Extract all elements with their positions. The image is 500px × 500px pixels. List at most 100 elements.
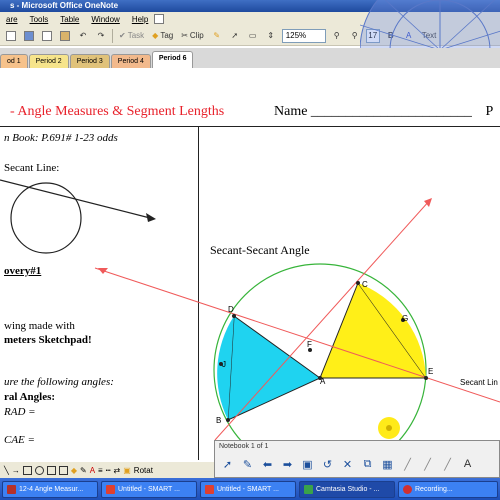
tab-period-2[interactable]: Period 2	[28, 54, 69, 68]
rectangle-icon[interactable]	[22, 465, 32, 475]
taskbar-item-smart-2[interactable]: Untitled - SMART ...	[200, 480, 296, 498]
tab-period-6[interactable]: Period 6	[151, 51, 194, 68]
select-button[interactable]: ➚	[228, 28, 242, 43]
arrow-style-icon[interactable]: ⇄	[114, 466, 121, 475]
label-point-g: G	[402, 314, 409, 323]
label-point-f: F	[307, 340, 312, 349]
text-label: Text	[421, 31, 437, 40]
eraser-icon[interactable]: ╱	[439, 456, 456, 473]
label-point-e: E	[428, 367, 434, 376]
pen-icon: ✎	[213, 31, 221, 40]
table-icon[interactable]: ▦	[379, 456, 396, 473]
wordart-icon[interactable]	[58, 465, 68, 475]
period-label: P	[485, 104, 494, 119]
new-page-button[interactable]	[4, 28, 18, 43]
paste-button[interactable]	[58, 28, 72, 43]
font-color-icon[interactable]: A	[90, 466, 95, 475]
notebook-toolbar: Notebook 1 of 1 ➚ ✎ ⬅ ➡ ▣ ↺ ✕ ⧉ ▦ ╱ ╱ ╱ …	[214, 440, 500, 478]
text-button[interactable]: Text	[420, 28, 439, 43]
taskbar-item-onenote[interactable]: 12-4 Angle Measur...	[2, 480, 98, 498]
scissors-icon: ✂	[181, 31, 188, 40]
book-assignment: n Book: P.691# 1-23 odds	[4, 132, 118, 144]
task-icon: ✔	[119, 31, 126, 40]
page-title: - Angle Measures & Segment Lengths	[10, 104, 225, 119]
dash-style-icon[interactable]: ┅	[106, 466, 111, 475]
tab-period-1[interactable]: od 1	[0, 54, 28, 68]
zoom-in-button[interactable]: ⚲	[348, 28, 362, 43]
menu-bar: are Tools Table Window Help	[0, 12, 500, 26]
onenote-icon	[7, 484, 16, 494]
taskbar-item-smart-1[interactable]: Untitled - SMART ...	[101, 480, 197, 498]
label-point-c: C	[362, 280, 368, 289]
fill-color-icon[interactable]: ◆	[71, 466, 77, 475]
undo-icon: ↶	[79, 31, 87, 40]
save-button[interactable]	[22, 28, 36, 43]
shadow-icon[interactable]: ▣	[123, 466, 131, 475]
page-icon[interactable]: ▣	[299, 456, 316, 473]
taskbar-item-label: Camtasia Studio - ...	[316, 485, 380, 493]
task-label: Task	[127, 31, 145, 40]
tab-period-4[interactable]: Period 4	[110, 54, 151, 68]
label-point-a: A	[320, 377, 326, 386]
pen-icon[interactable]: ✎	[239, 456, 256, 473]
discovery-heading: overy#1	[4, 265, 42, 277]
oval-icon[interactable]	[34, 465, 44, 475]
toolbar-separator	[112, 28, 113, 43]
print-button[interactable]	[40, 28, 54, 43]
screen-icon[interactable]: ⧉	[359, 456, 376, 473]
pen-button[interactable]: ✎	[210, 28, 224, 43]
tab-period-3[interactable]: Period 3	[69, 54, 110, 68]
name-field-label: Name _______________________ P	[274, 104, 493, 120]
window-title: s - Microsoft Office OneNote	[0, 0, 500, 12]
highlighter-icon[interactable]: ╱	[399, 456, 416, 473]
zoom-out-button[interactable]: ⚲	[330, 28, 344, 43]
bold-button[interactable]: B	[384, 28, 398, 43]
font-color-button[interactable]: A	[402, 28, 416, 43]
marker-icon[interactable]: ╱	[419, 456, 436, 473]
clip-button[interactable]: ✂ Clip	[179, 28, 205, 43]
page-icon	[6, 30, 16, 41]
undo-button[interactable]: ↶	[76, 28, 90, 43]
menu-item-share[interactable]: are	[0, 15, 24, 24]
central-angles-label: ral Angles:	[4, 391, 56, 403]
menu-item-help[interactable]: Help	[126, 15, 154, 24]
redo-button[interactable]: ↷	[94, 28, 108, 43]
taskbar-item-recording[interactable]: Recording...	[398, 480, 498, 498]
rotate-button[interactable]: Rotat	[134, 466, 153, 475]
pointer-icon[interactable]: ➚	[219, 456, 236, 473]
line-style-icon[interactable]: ≡	[98, 466, 103, 475]
space-button[interactable]: ⇕	[264, 28, 278, 43]
tag-button[interactable]: ◆ Tag	[150, 28, 175, 43]
line-icon[interactable]: ╲	[4, 466, 9, 475]
magnifier-icon: ⚲	[333, 31, 340, 40]
eraser-icon: ▭	[248, 31, 257, 40]
label-point-d: D	[228, 305, 234, 314]
taskbar-item-label: Recording...	[415, 485, 453, 493]
secant-secant-heading: Secant-Secant Angle	[210, 243, 310, 257]
zoom-select[interactable]: 125%	[281, 28, 326, 43]
forward-arrow-icon[interactable]: ➡	[279, 456, 296, 473]
menu-item-table[interactable]: Table	[54, 15, 85, 24]
insert-space-icon: ⇕	[267, 31, 275, 40]
text-icon[interactable]: A	[459, 456, 476, 473]
back-arrow-icon[interactable]: ⬅	[259, 456, 276, 473]
textbox-icon[interactable]	[46, 465, 56, 475]
task-button[interactable]: ✔ Task	[117, 28, 146, 43]
secant-line-label: Secant Lin	[460, 378, 498, 387]
font-size-select[interactable]: 17	[365, 28, 380, 43]
eraser-button[interactable]: ▭	[246, 28, 260, 43]
tag-label: Tag	[160, 31, 174, 40]
notebook-tools: ➚ ✎ ⬅ ➡ ▣ ↺ ✕ ⧉ ▦ ╱ ╱ ╱ A	[215, 453, 499, 475]
record-icon	[403, 484, 412, 494]
taskbar-item-label: Untitled - SMART ...	[217, 485, 279, 493]
arrow-icon[interactable]: →	[12, 466, 20, 475]
name-label: Name _______________________	[274, 104, 472, 119]
angle-rad-label: RAD =	[4, 406, 36, 418]
line-color-icon[interactable]: ✎	[80, 466, 87, 475]
undo-icon[interactable]: ↺	[319, 456, 336, 473]
taskbar-item-camtasia[interactable]: Camtasia Studio - ...	[299, 480, 395, 498]
menu-item-tools[interactable]: Tools	[24, 15, 55, 24]
delete-icon[interactable]: ✕	[339, 456, 356, 473]
menu-window-control-icon[interactable]	[154, 14, 165, 24]
menu-item-window[interactable]: Window	[85, 15, 125, 24]
